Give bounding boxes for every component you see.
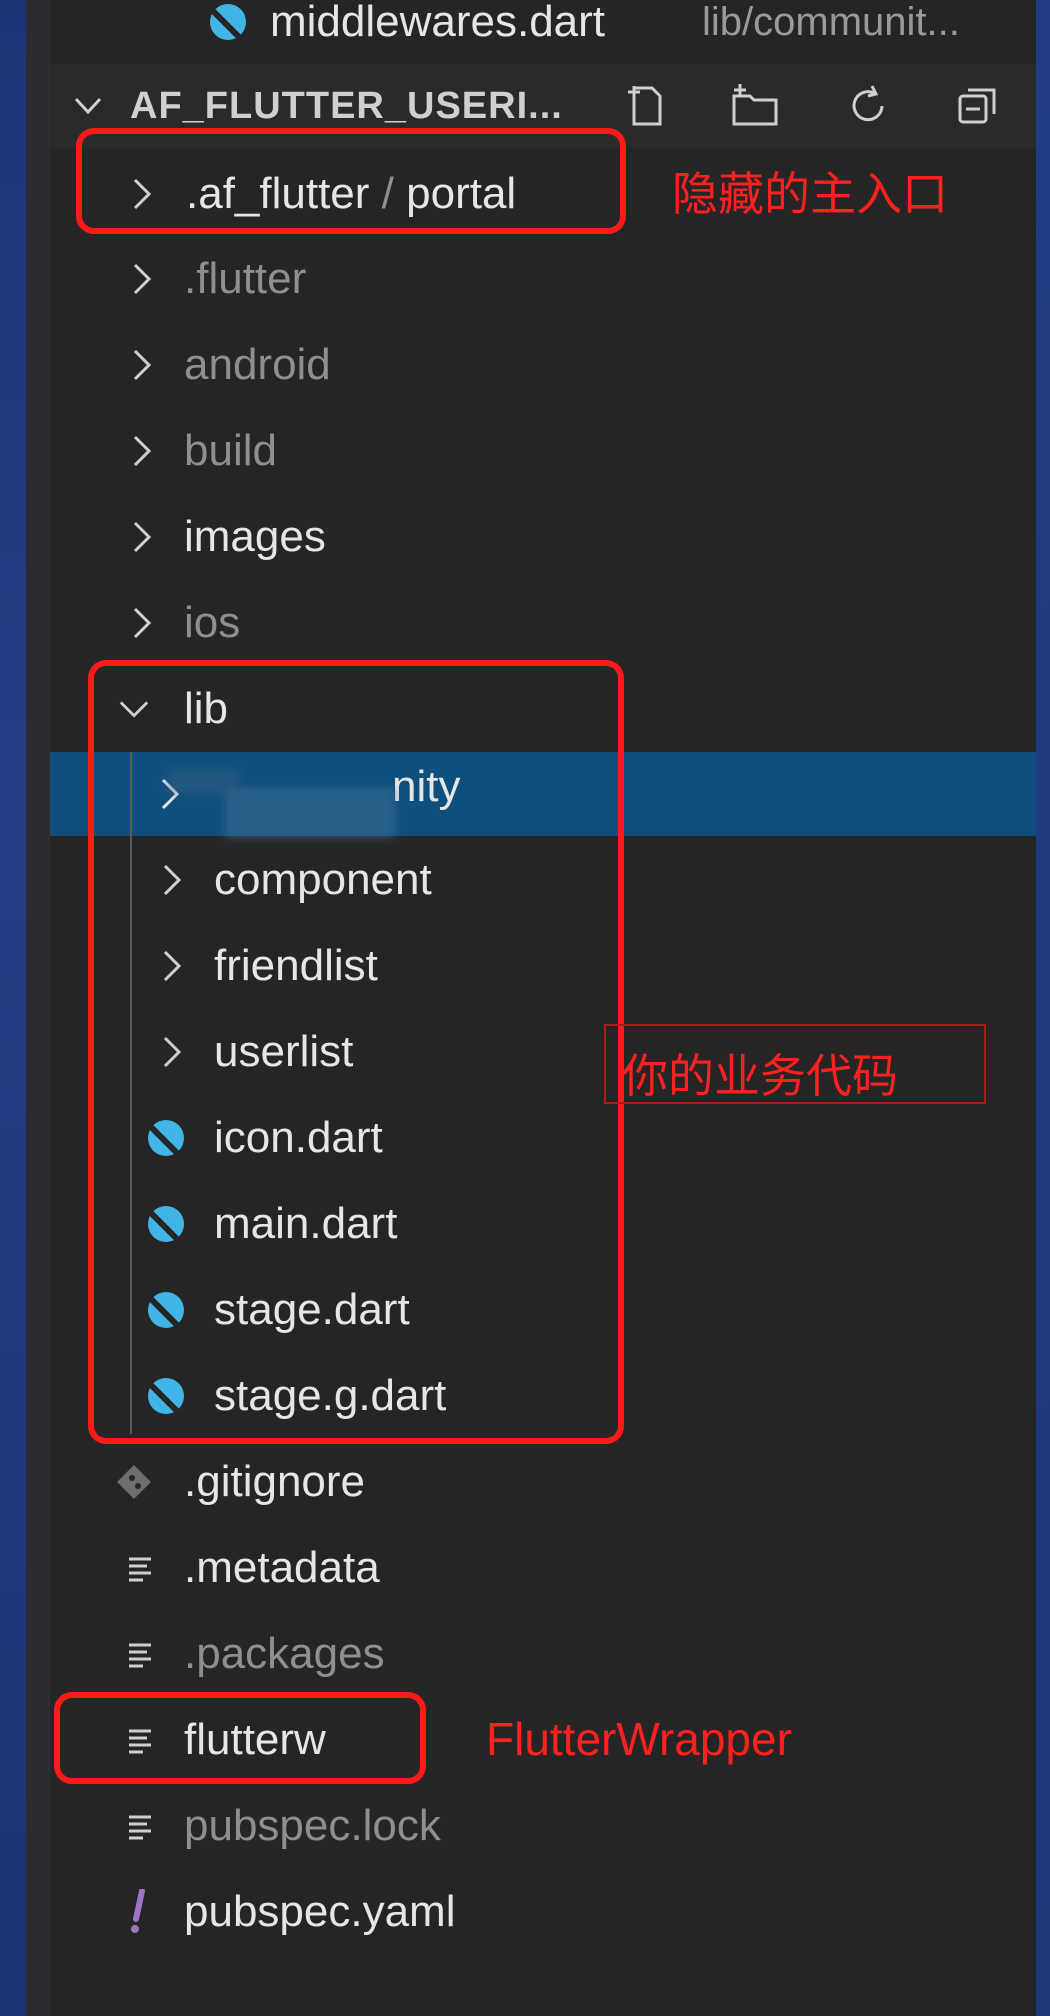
tree-folder-ios[interactable]: ios	[50, 581, 1036, 665]
tree-label-gitignore: .gitignore	[184, 1457, 366, 1506]
tree-folder-build[interactable]: build	[50, 409, 1036, 493]
open-editor-item[interactable]: middlewares.dart lib/communit...	[50, 0, 1036, 64]
tree-file-pubspec-lock[interactable]: pubspec.lock	[50, 1784, 1036, 1868]
tree-label-metadata: .metadata	[184, 1543, 380, 1592]
tree-file-gitignore[interactable]: .gitignore	[50, 1440, 1036, 1524]
tree-label-build: build	[184, 426, 277, 475]
annotation-box-flutterw	[54, 1692, 426, 1784]
tree-label-images: images	[184, 512, 326, 561]
tree-file-pubspec-yaml[interactable]: pubspec.yaml	[50, 1870, 1036, 1954]
tree-label-pubspec-lock: pubspec.lock	[184, 1801, 441, 1850]
annotation-flutter-wrapper: FlutterWrapper	[486, 1713, 792, 1765]
git-icon	[112, 1460, 156, 1504]
desktop-background-right	[1036, 0, 1050, 2016]
chevron-down-icon	[72, 82, 104, 130]
refresh-icon[interactable]	[842, 80, 894, 132]
activity-bar-edge	[26, 0, 50, 2016]
annotation-box-hidden-entry	[76, 128, 626, 234]
text-file-icon	[122, 1806, 162, 1846]
tree-label-flutter: .flutter	[184, 254, 307, 303]
tree-file-metadata[interactable]: .metadata	[50, 1526, 1036, 1610]
tree-label-android: android	[184, 340, 331, 389]
tree-label-ios: ios	[184, 598, 241, 647]
annotation-business-code: 你的业务代码	[622, 1050, 898, 1102]
chevron-right-icon	[126, 341, 158, 389]
open-editor-filename: middlewares.dart	[270, 0, 606, 46]
chevron-right-icon	[126, 599, 158, 647]
annotation-hidden-entry: 隐藏的主入口	[672, 168, 948, 220]
chevron-right-icon	[126, 427, 158, 475]
new-file-icon[interactable]	[620, 80, 672, 132]
text-file-icon	[122, 1634, 162, 1674]
chevron-right-icon	[126, 513, 158, 561]
tree-label-pubspec-yaml: pubspec.yaml	[184, 1887, 456, 1936]
tree-label-packages: .packages	[184, 1629, 385, 1678]
new-folder-icon[interactable]	[730, 80, 782, 132]
open-editor-path: lib/communit...	[702, 0, 960, 44]
collapse-all-icon[interactable]	[952, 80, 1004, 132]
tree-folder-android[interactable]: android	[50, 323, 1036, 407]
dart-file-icon	[200, 0, 256, 50]
text-file-icon	[122, 1548, 162, 1588]
tree-folder-images[interactable]: images	[50, 495, 1036, 579]
tree-file-packages[interactable]: .packages	[50, 1612, 1036, 1696]
annotation-box-business-code	[88, 660, 624, 1444]
workspace-title: AF_FLUTTER_USERI...	[130, 84, 563, 127]
yaml-exclamation-icon	[120, 1888, 160, 1936]
desktop-background-left	[0, 0, 26, 2016]
tree-folder-flutter[interactable]: .flutter	[50, 237, 1036, 321]
chevron-right-icon	[126, 255, 158, 303]
